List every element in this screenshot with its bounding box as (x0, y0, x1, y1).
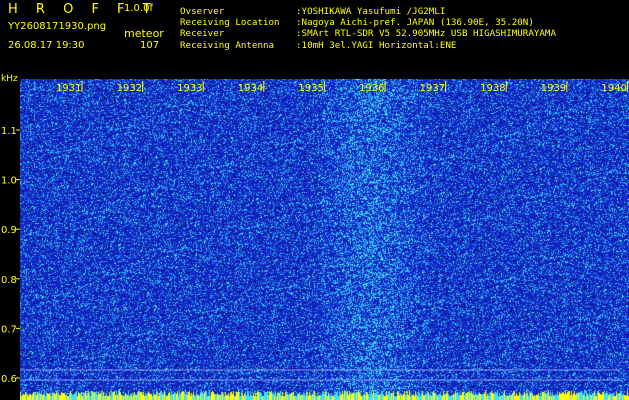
y-tick-label: 1.1 (1, 126, 17, 137)
info-value: :YOSHIKAWA Yasufumi /JG2MLI (296, 6, 446, 17)
info-label: Receiving Antenna (180, 39, 275, 51)
info-value: :10mH 3el.YAGI Horizontal:ENE (296, 39, 457, 51)
info-row-antenna: Receiving Antenna :10mH 3el.YAGI Horizont… (180, 40, 556, 51)
y-tick-label: 0.6 (1, 374, 17, 385)
info-label: Ovserver (180, 6, 225, 17)
frequency-unit-label: kHz (1, 74, 18, 84)
info-row-location: Receiving Location :Nagoya Aichi-pref. JA… (180, 17, 556, 28)
info-row-receiver: Receiver :SMArt RTL-SDR V5 52.905MHz USB … (180, 28, 556, 39)
station-info: Ovserver :YOSHIKAWA Yasufumi /JG2MLI Rece… (180, 6, 556, 51)
y-tick-label: 0.8 (1, 275, 17, 286)
info-value: :SMArt RTL-SDR V5 52.905MHz USB HIGASHIM… (296, 28, 556, 40)
info-row-observer: Ovserver :YOSHIKAWA Yasufumi /JG2MLI (180, 6, 556, 17)
datetime-stamp: 26.08.17 19:30 (8, 40, 85, 51)
info-label: Receiving Location (180, 17, 280, 29)
spectrogram-waterfall (20, 79, 629, 400)
app-version: 1.0.0f (124, 3, 153, 14)
y-tick-label: 1.0 (1, 176, 17, 187)
y-tick-label: 0.7 (1, 324, 17, 335)
detection-count: 107 (140, 40, 160, 51)
y-tick-label: 0.9 (1, 225, 17, 236)
info-label: Receiver (180, 28, 225, 40)
info-value: :Nagoya Aichi-pref. JAPAN (136.90E, 35.2… (296, 17, 534, 29)
frequency-axis: 1.1 1.0 0.9 0.8 0.7 0.6 (1, 126, 20, 385)
mode-label: meteor (124, 27, 164, 40)
file-name: YY2608171930.png (8, 21, 107, 32)
